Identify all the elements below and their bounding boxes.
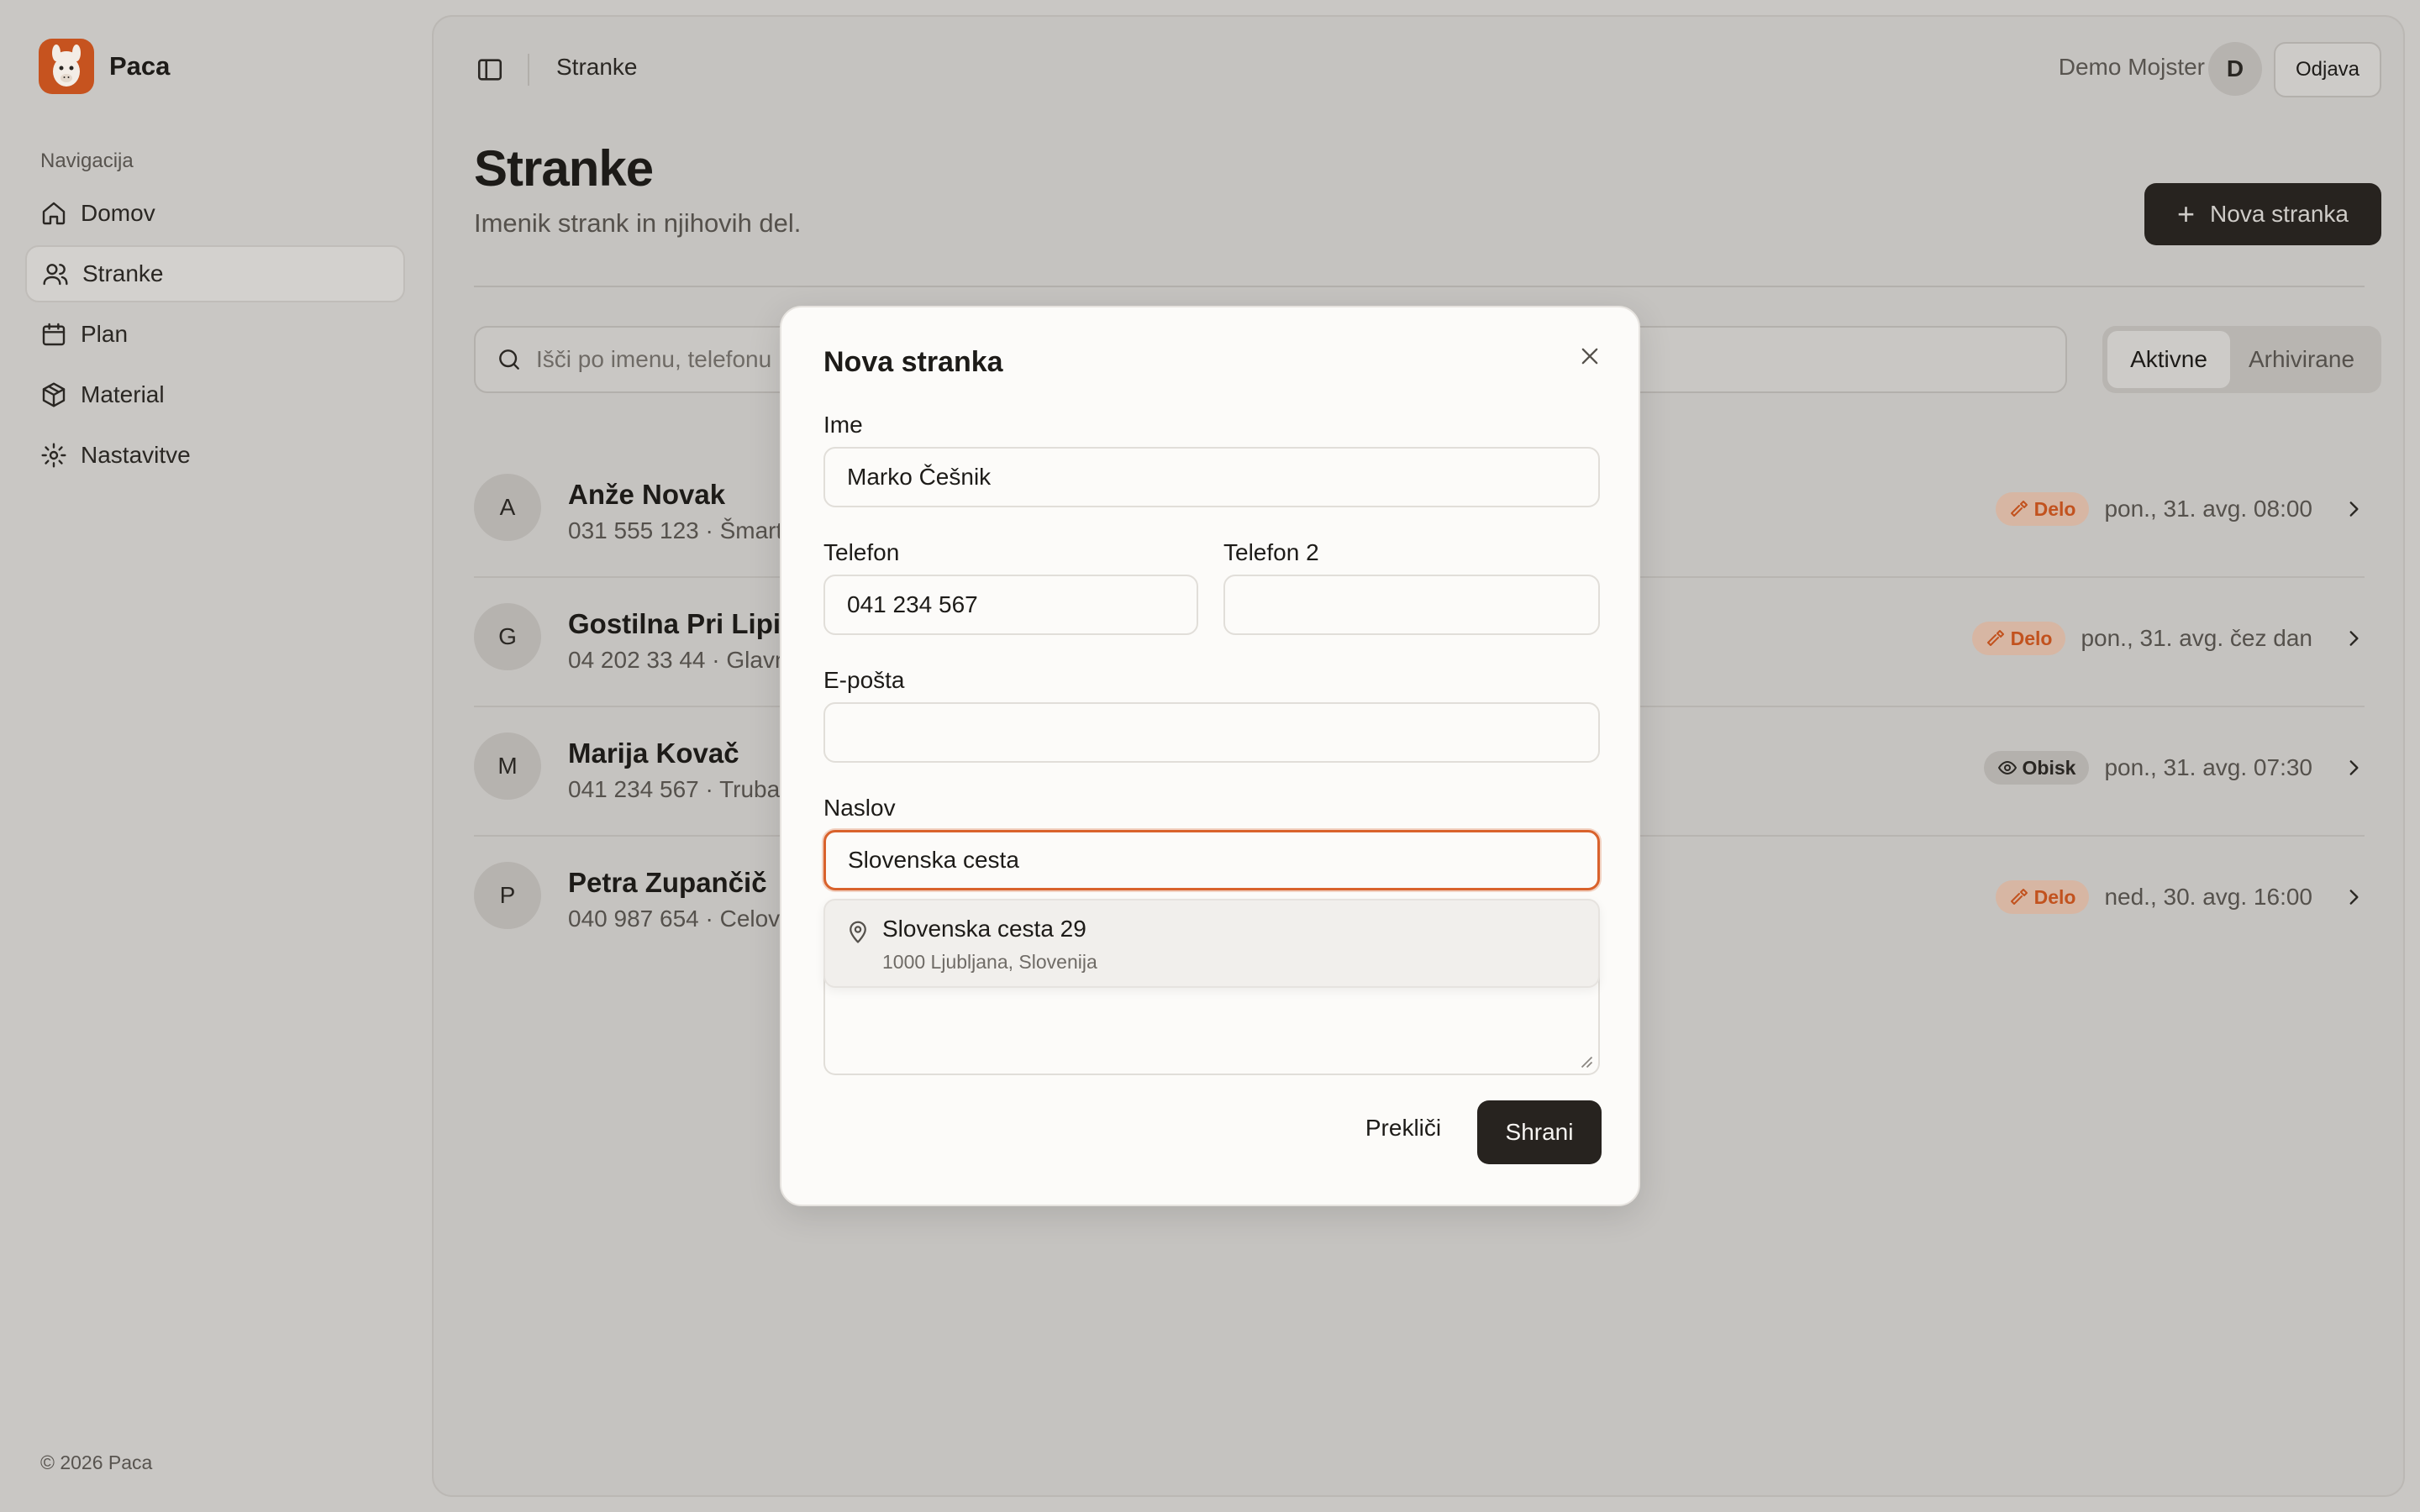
save-button[interactable]: Shrani — [1477, 1100, 1602, 1164]
phone2-label: Telefon 2 — [1223, 539, 1319, 565]
map-pin-icon — [850, 921, 866, 943]
page-subtitle: Imenik strank in njihovih del. — [474, 208, 802, 238]
avatar[interactable]: D — [2208, 42, 2262, 96]
new-customer-button[interactable]: + Nova stranka — [2144, 183, 2381, 245]
sidebar-item-label: Stranke — [82, 260, 164, 286]
sidebar-item-label: Domov — [81, 200, 155, 226]
badge-label: Obisk — [2022, 756, 2076, 779]
row-meta: Obisk pon., 31. avg. 07:30 — [1983, 751, 2365, 785]
badge-label: Delo — [2033, 497, 2076, 520]
logout-button[interactable]: Odjava — [2274, 42, 2381, 97]
topbar-divider — [528, 54, 529, 86]
row-date: pon., 31. avg. 07:30 — [2104, 754, 2312, 780]
footer-copyright: © 2026 Paca — [40, 1452, 153, 1473]
name-label: Ime — [823, 412, 863, 438]
users-icon — [43, 264, 68, 286]
sidebar-item-label: Nastavitve — [81, 442, 191, 468]
hammer-icon — [2010, 501, 2028, 517]
sidebar-item-plan[interactable]: Plan — [25, 306, 405, 363]
badge-label: Delo — [2010, 627, 2053, 649]
search-placeholder: Išči po imenu, telefonu — [536, 346, 772, 372]
sidebar: Paca Navigacija Domov Stranke Plan Mater… — [0, 0, 429, 1512]
calendar-icon — [42, 323, 66, 346]
phone-field[interactable]: 041 234 567 — [823, 575, 1198, 635]
gear-icon — [41, 443, 66, 468]
status-badge: Delo — [1995, 492, 2090, 526]
row-avatar: A — [474, 474, 541, 541]
name-field[interactable]: Marko Češnik — [823, 447, 1600, 507]
dialog-title: Nova stranka — [823, 346, 1003, 378]
breadcrumb: Stranke — [556, 54, 638, 80]
hammer-icon — [1986, 630, 2004, 646]
status-badge: Obisk — [1983, 751, 2090, 785]
segment-archived[interactable]: Arhivirane — [2230, 331, 2373, 388]
address-suggestion[interactable]: Slovenska cesta 29 1000 Ljubljana, Slove… — [823, 899, 1600, 988]
customer-name: Marija Kovač — [568, 738, 739, 769]
alpaca-logo-icon — [39, 39, 94, 94]
plus-icon: + — [2177, 197, 2196, 231]
resize-handle-icon[interactable] — [1578, 1053, 1593, 1068]
customer-name: Anže Novak — [568, 479, 726, 510]
app-name: Paca — [109, 51, 171, 81]
badge-label: Delo — [2033, 885, 2076, 908]
sidebar-item-label: Plan — [81, 321, 129, 347]
user-name: Demo Mojster — [2058, 54, 2205, 80]
sidebar-item-domov[interactable]: Domov — [25, 185, 405, 242]
customer-details: 040 987 654 · Celov — [568, 906, 781, 932]
chevron-right-icon — [2349, 501, 2359, 517]
row-meta: Delo pon., 31. avg. 08:00 — [1995, 492, 2365, 526]
new-customer-dialog: Nova stranka Ime Marko Češnik Telefon 04… — [780, 306, 1640, 1206]
status-badge: Delo — [1995, 880, 2090, 914]
row-date: pon., 31. avg. čez dan — [2081, 625, 2312, 651]
status-segmented-control: Aktivne Arhivirane — [2102, 326, 2381, 393]
email-label: E-pošta — [823, 667, 905, 693]
box-icon — [42, 382, 66, 407]
search-icon — [499, 349, 519, 370]
close-icon[interactable] — [1578, 344, 1602, 368]
chevron-right-icon — [2349, 890, 2359, 905]
nav-heading: Navigacija — [40, 150, 134, 172]
customer-details: 031 555 123 · Šmarti — [568, 517, 788, 543]
row-avatar: M — [474, 732, 541, 800]
topbar: Stranke Demo Mojster D Odjava — [434, 17, 2403, 118]
phone-label: Telefon — [823, 539, 900, 565]
customer-name: Petra Zupančič — [568, 867, 767, 898]
customer-name: Gostilna Pri Lipi — [568, 608, 781, 639]
suggestion-title: Slovenska cesta 29 — [882, 916, 1086, 942]
sidebar-item-material[interactable]: Material — [25, 366, 405, 423]
chevron-right-icon — [2349, 631, 2359, 646]
suggestion-subtitle: 1000 Ljubljana, Slovenija — [882, 951, 1097, 973]
row-date: pon., 31. avg. 08:00 — [2104, 496, 2312, 522]
cancel-button[interactable]: Prekliči — [1351, 1099, 1455, 1158]
row-meta: Delo ned., 30. avg. 16:00 — [1995, 880, 2365, 914]
sidebar-toggle-icon[interactable] — [476, 55, 504, 84]
row-avatar: G — [474, 603, 541, 670]
customer-details: 041 234 567 · Trubar — [568, 776, 788, 802]
sidebar-nav: Domov Stranke Plan Material Nastavitve — [25, 185, 405, 487]
address-field[interactable]: Slovenska cesta — [823, 830, 1600, 890]
hammer-icon — [2010, 889, 2028, 905]
sidebar-item-nastavitve[interactable]: Nastavitve — [25, 427, 405, 484]
row-meta: Delo pon., 31. avg. čez dan — [1971, 622, 2365, 655]
email-field[interactable] — [823, 702, 1600, 763]
phone2-field[interactable] — [1223, 575, 1600, 635]
sidebar-item-label: Material — [81, 381, 165, 407]
chevron-right-icon — [2349, 760, 2359, 775]
address-label: Naslov — [823, 795, 896, 821]
sidebar-item-stranke[interactable]: Stranke — [25, 245, 405, 302]
home-icon — [42, 202, 66, 225]
customer-details: 04 202 33 44 · Glavn — [568, 647, 788, 673]
segment-active[interactable]: Aktivne — [2107, 331, 2230, 388]
eye-icon — [1997, 761, 2017, 774]
page-title: Stranke — [474, 140, 654, 197]
brand[interactable]: Paca — [39, 39, 170, 94]
new-customer-label: Nova stranka — [2210, 201, 2349, 227]
divider — [474, 286, 2365, 287]
status-badge: Delo — [1971, 622, 2066, 655]
row-avatar: P — [474, 862, 541, 929]
row-date: ned., 30. avg. 16:00 — [2104, 884, 2312, 910]
